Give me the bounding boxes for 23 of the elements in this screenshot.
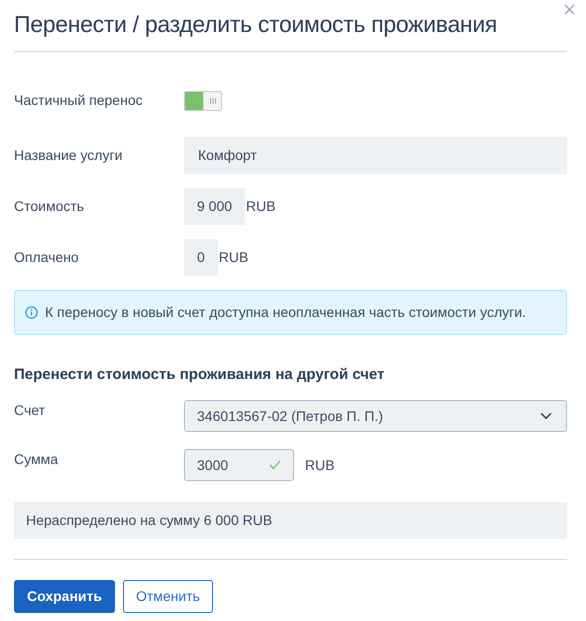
amount-input[interactable]: 3000 xyxy=(184,449,294,482)
dialog-title: Перенести / разделить стоимость проживания xyxy=(14,11,498,39)
section-title: Перенести стоимость проживания на другой счет xyxy=(14,364,386,385)
currency-label: RUB xyxy=(305,456,335,476)
account-select[interactable]: 346013567-02 (Петров П. П.) xyxy=(184,400,567,432)
unallocated-note: Нераспределено на сумму 6 000 RUB xyxy=(14,502,567,540)
field-label: Стоимость xyxy=(14,196,86,216)
field-label: Оплачено xyxy=(14,248,80,267)
alert-text: К переносу в новый счет доступна неоплаченная часть стоимости услуги. xyxy=(45,302,526,322)
save-button[interactable]: Сохранить xyxy=(14,580,115,614)
field-value: Комфорт xyxy=(184,136,567,174)
field-label: Сумма xyxy=(14,450,59,470)
currency-label: RUB xyxy=(246,196,276,216)
field-label: Счет xyxy=(14,401,46,420)
field-label: Частичный перенос xyxy=(14,91,144,110)
field-value: 9 000 xyxy=(184,188,246,225)
toggle-switch[interactable] xyxy=(184,90,222,111)
close-icon[interactable] xyxy=(564,4,575,15)
field-label: Название услуги xyxy=(14,146,124,165)
currency-label: RUB xyxy=(218,248,248,267)
field-value: 0 xyxy=(184,238,218,276)
info-icon xyxy=(25,306,38,319)
cancel-button[interactable]: Отменить xyxy=(122,580,213,614)
